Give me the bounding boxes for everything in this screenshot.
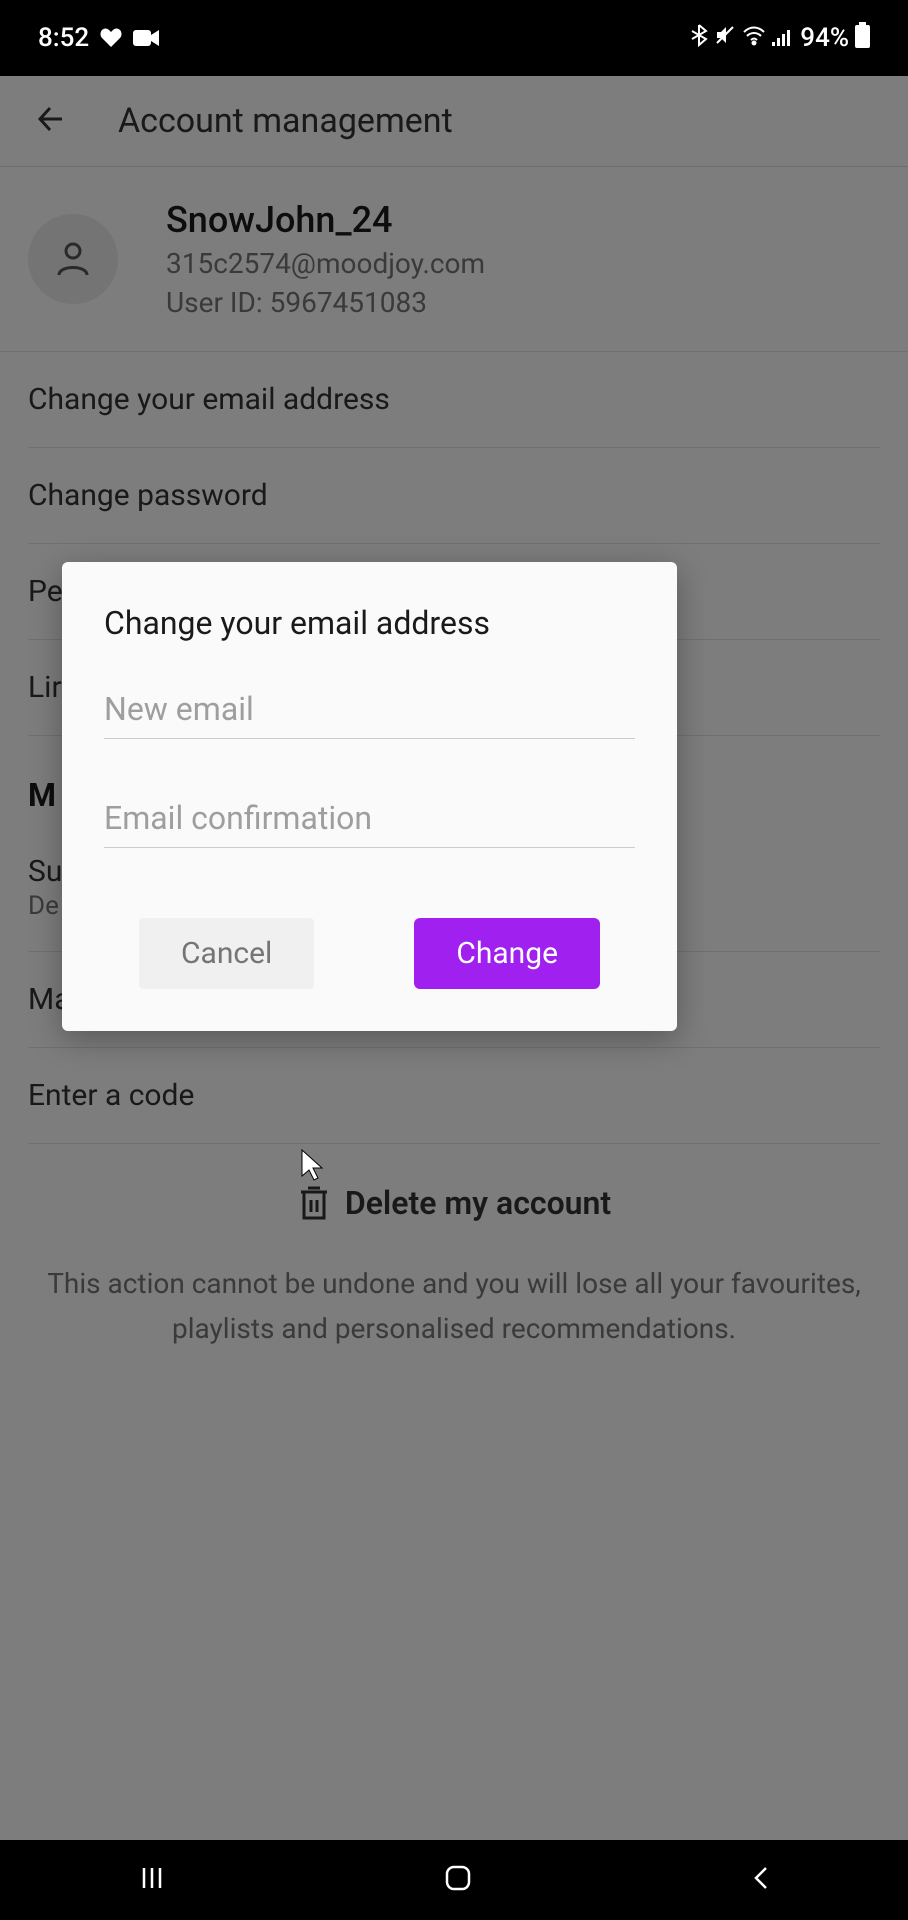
status-time: 8:52 — [38, 23, 89, 53]
modal-title: Change your email address — [104, 604, 635, 642]
status-bar: 8:52 94% — [0, 0, 908, 76]
status-left: 8:52 — [38, 23, 159, 53]
nav-bar — [0, 1840, 908, 1920]
back-button[interactable] — [750, 1864, 770, 1896]
wifi-icon — [742, 23, 766, 53]
change-button[interactable]: Change — [414, 918, 600, 989]
bluetooth-icon — [690, 23, 708, 54]
modal-buttons: Cancel Change — [104, 918, 635, 989]
cancel-button[interactable]: Cancel — [139, 918, 314, 989]
recents-button[interactable] — [138, 1864, 166, 1896]
home-button[interactable] — [443, 1863, 473, 1897]
signal-icon — [772, 23, 794, 53]
battery-icon — [855, 22, 870, 55]
confirm-email-input[interactable] — [104, 789, 635, 848]
status-right: 94% — [690, 22, 870, 55]
new-email-input[interactable] — [104, 680, 635, 739]
heart-icon — [99, 26, 123, 50]
change-email-modal: Change your email address Cancel Change — [62, 562, 677, 1031]
mute-icon — [714, 23, 736, 53]
battery-percent: 94% — [800, 23, 849, 53]
camera-icon — [133, 28, 159, 48]
